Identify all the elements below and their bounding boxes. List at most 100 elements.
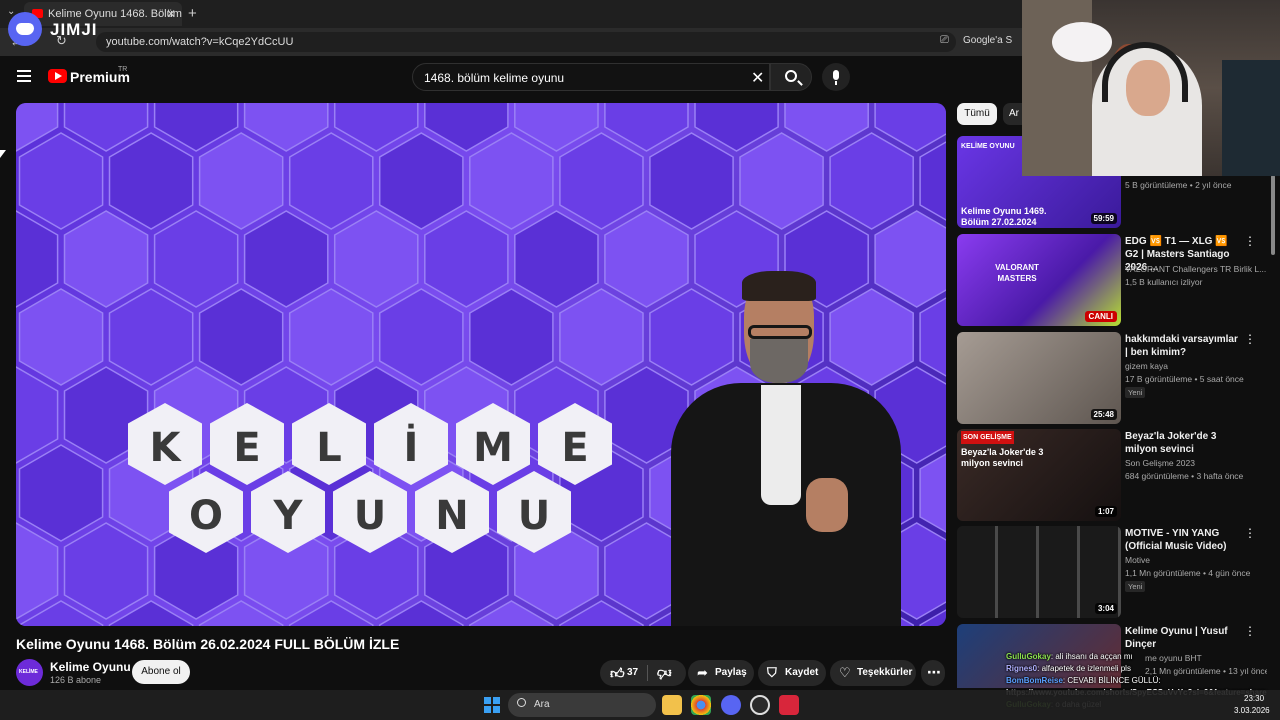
thumbs-down-icon[interactable]: 👍︎	[657, 665, 672, 682]
search-button[interactable]	[770, 63, 812, 91]
file-explorer-icon[interactable]	[662, 695, 682, 715]
hexagon-tile	[63, 522, 149, 620]
url-text: youtube.com/watch?v=kCqe2YdCcUU	[106, 36, 294, 48]
like-count[interactable]: 37	[627, 667, 638, 678]
new-badge: Yeni	[1125, 581, 1146, 592]
channel-name[interactable]: Son Gelişme 2023	[1125, 458, 1195, 468]
video-title[interactable]: Beyaz'la Joker'de 3 milyon sevinci	[1125, 430, 1243, 456]
save-button[interactable]: ⛉ Kaydet	[758, 660, 826, 686]
thumb-text: Beyaz'la Joker'de 3 milyon sevinci	[961, 447, 1044, 468]
search-icon	[785, 70, 797, 82]
video-meta: 684 görüntüleme • 3 hafta önce	[1125, 471, 1244, 481]
logo-letter: U	[353, 493, 387, 539]
tab-title: Kelime Oyunu 1468. Bölüm 26.0	[48, 8, 182, 20]
logo-letter: Y	[273, 493, 303, 539]
channel-name[interactable]: gizem kaya	[1125, 361, 1168, 371]
hexagon-tile	[559, 288, 644, 386]
channel-name[interactable]: Motive	[1125, 555, 1150, 565]
thumb-text: VALORANT MASTERS	[995, 263, 1039, 283]
hexagon-tile	[198, 288, 284, 386]
streamer-name: JIMJI	[50, 20, 98, 39]
share-button[interactable]: ➦ Paylaş	[688, 660, 754, 686]
live-badge: CANLI	[1084, 311, 1117, 322]
video-title: Kelime Oyunu 1468. Bölüm 26.02.2024 FULL…	[16, 636, 400, 652]
video-player[interactable]: KELİMEOYUNU	[16, 103, 946, 626]
host-figure	[656, 271, 916, 626]
duration-badge: 25:48	[1090, 409, 1117, 420]
search-input[interactable]: 1468. bölüm kelime oyunu ✕	[412, 63, 770, 91]
search-query: 1468. bölüm kelime oyunu	[424, 71, 565, 85]
recommended-video[interactable]: 25:48 hakkımdaki varsayımlar | ben kimim…	[957, 332, 1267, 426]
close-tab-icon[interactable]: ✕	[166, 7, 176, 21]
more-vert-icon[interactable]: ⋮	[1244, 234, 1256, 248]
hexagon-tile	[16, 210, 59, 308]
hexagon-tile	[153, 210, 239, 308]
menu-icon[interactable]	[17, 70, 31, 82]
more-vert-icon[interactable]: ⋮	[1244, 526, 1256, 540]
clear-search-icon[interactable]: ✕	[751, 68, 764, 88]
more-actions-button[interactable]: ⋯	[921, 660, 945, 686]
app-icon[interactable]	[779, 695, 799, 715]
channel-name[interactable]: VALORANT Challengers TR Birlik L...	[1125, 264, 1266, 274]
browser-tab[interactable]: Kelime Oyunu 1468. Bölüm 26.0 ✕	[24, 2, 182, 26]
more-vert-icon[interactable]: ⋮	[1244, 624, 1256, 638]
video-thumbnail[interactable]: 25:48	[957, 332, 1121, 424]
channel-avatar[interactable]	[16, 659, 43, 686]
url-field[interactable]: youtube.com/watch?v=kCqe2YdCcUU	[96, 32, 956, 52]
hexagon-tile	[378, 288, 464, 386]
video-meta: 1,1 Mn görüntüleme • 4 gün önce	[1125, 568, 1251, 578]
video-meta: 5 B görüntüleme • 2 yıl önce	[1125, 180, 1232, 190]
share-label: Paylaş	[715, 667, 747, 678]
new-tab-icon[interactable]: +	[188, 5, 197, 22]
bookmark-icon: ⛉	[767, 665, 777, 680]
cast-icon[interactable]: ⎚	[940, 34, 949, 47]
subscriber-count: 126 B abone	[50, 675, 102, 685]
like-dislike-group: 👍︎ 37 👍︎	[600, 660, 686, 686]
hexagon-tile	[378, 132, 464, 230]
hexagon-tile	[243, 210, 329, 308]
chat-text: : CEVABI BİLİNCE GÜLLÜ:	[1062, 676, 1161, 685]
sidebar-scrollbar[interactable]	[1271, 175, 1275, 255]
thumbs-up-icon[interactable]: 👍︎	[610, 665, 625, 682]
recommended-video[interactable]: SON GELİŞME Beyaz'la Joker'de 3 milyon s…	[957, 429, 1267, 523]
hexagon-tile	[108, 288, 194, 386]
logo-letter: U	[517, 493, 551, 539]
chat-message: GulluGokay: ali ihsanı da aççan mı	[1006, 652, 1133, 661]
video-title[interactable]: MOTIVE - YIN YANG (Official Music Video)	[1125, 527, 1243, 553]
video-thumbnail[interactable]: 3:04	[957, 526, 1121, 618]
channel-name[interactable]: Kelime Oyunu	[50, 660, 131, 674]
hexagon-tile	[63, 210, 149, 308]
video-thumbnail[interactable]: VALORANT MASTERS CANLI	[957, 234, 1121, 326]
recommended-video[interactable]: 3:04 MOTIVE - YIN YANG (Official Music V…	[957, 526, 1267, 620]
video-title[interactable]: hakkımdaki varsayımlar | ben kimim?	[1125, 333, 1243, 359]
obs-icon[interactable]	[750, 695, 770, 715]
clock-date[interactable]: 3.03.2026	[1234, 706, 1270, 715]
video-thumbnail[interactable]: SON GELİŞME Beyaz'la Joker'de 3 milyon s…	[957, 429, 1121, 521]
chat-username: BomBomReise	[1006, 676, 1063, 685]
youtube-logo-icon[interactable]	[48, 69, 67, 83]
windows-start-icon[interactable]	[484, 697, 500, 713]
voice-search-button[interactable]	[822, 63, 850, 91]
more-vert-icon[interactable]: ⋮	[1244, 332, 1256, 346]
chip-all[interactable]: Tümü	[957, 103, 997, 125]
windows-taskbar: Ara 23:30 3.03.2026	[0, 690, 1280, 720]
super-thanks-icon: ♡	[839, 665, 851, 680]
headset-icon	[1102, 42, 1188, 102]
hexagon-tile	[288, 288, 374, 386]
webcam-overlay	[1022, 0, 1280, 176]
taskbar-search[interactable]: Ara	[508, 693, 656, 717]
hexagon-tile	[469, 132, 554, 230]
hexagon-tile	[16, 522, 59, 620]
hexagon-tile	[829, 132, 914, 230]
google-lens-button[interactable]: Google'a S	[963, 35, 1012, 46]
video-title[interactable]: Kelime Oyunu | Yusuf Dinçer	[1125, 625, 1243, 651]
recommended-video[interactable]: VALORANT MASTERS CANLI EDG 🆚 T1 — XLG 🆚 …	[957, 234, 1267, 328]
logo-letter: E	[561, 425, 589, 471]
subscribe-button[interactable]: Abone ol	[132, 660, 190, 684]
chrome-icon[interactable]	[691, 695, 711, 715]
thanks-label: Teşekkürler	[857, 667, 913, 678]
discord-icon[interactable]	[721, 695, 741, 715]
taskbar-search-placeholder: Ara	[534, 699, 550, 710]
clock-time[interactable]: 23:30	[1244, 694, 1264, 703]
thanks-button[interactable]: ♡ Teşekkürler	[830, 660, 916, 686]
